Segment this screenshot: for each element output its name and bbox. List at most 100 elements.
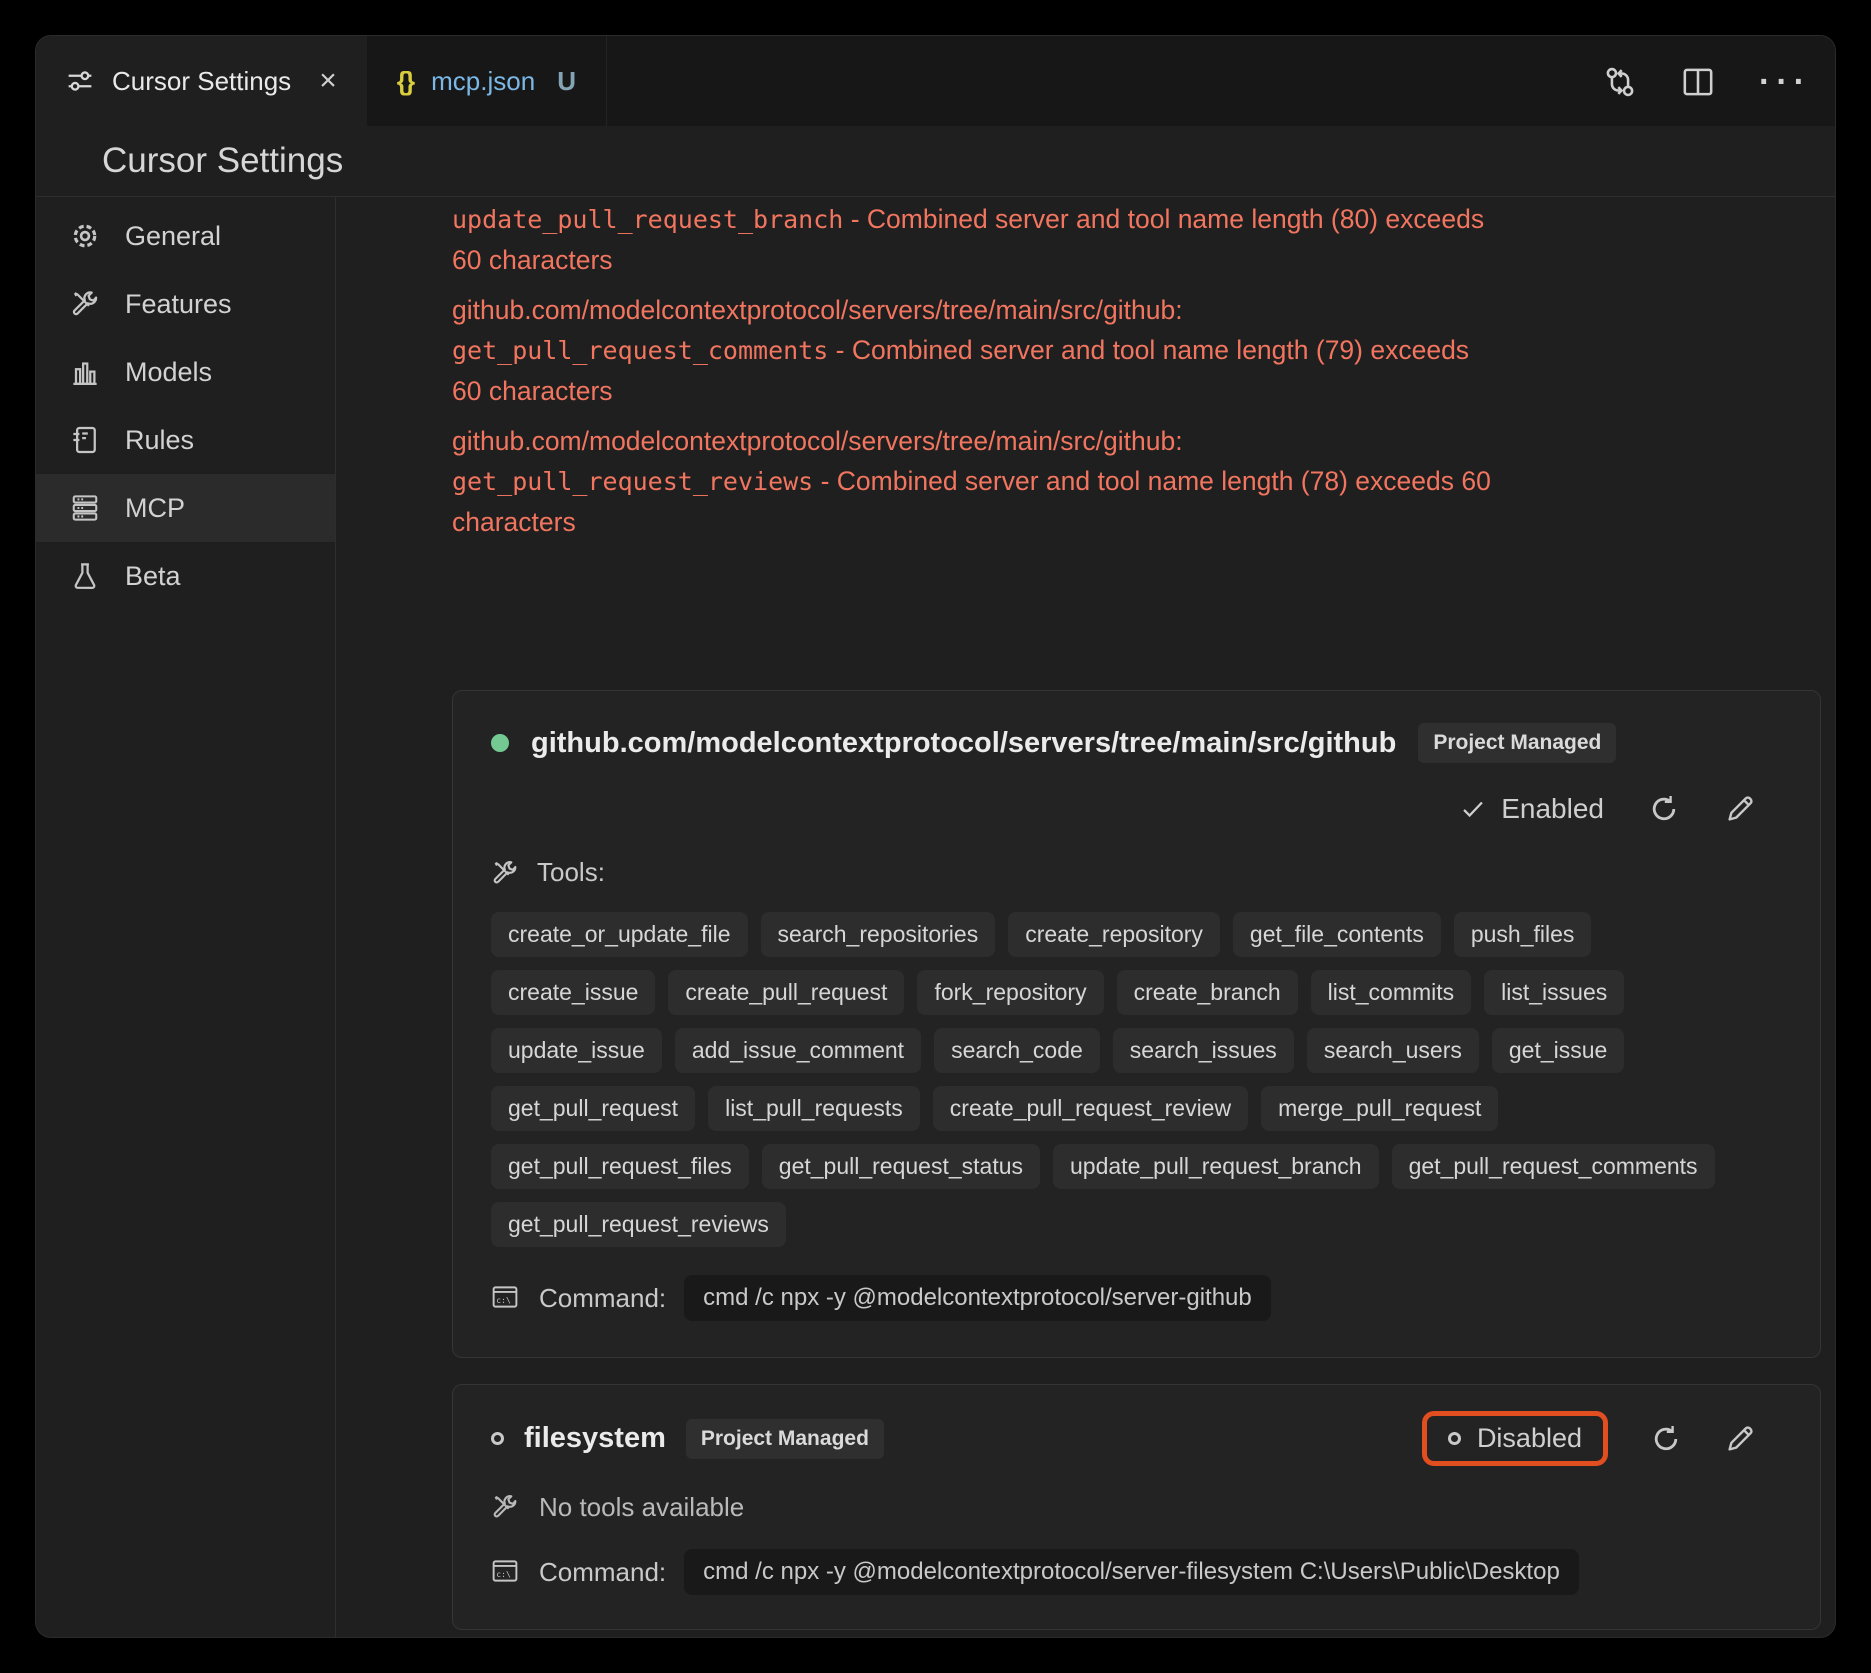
tool-chip: fork_repository bbox=[917, 970, 1103, 1015]
tool-chip: get_pull_request_files bbox=[491, 1144, 749, 1189]
server-disabled-dot bbox=[491, 1432, 504, 1445]
tool-chip: list_issues bbox=[1484, 970, 1624, 1015]
tool-chip: add_issue_comment bbox=[675, 1028, 921, 1073]
sidebar-item-general[interactable]: General bbox=[36, 202, 335, 270]
more-actions-icon[interactable]: ··· bbox=[1759, 65, 1791, 97]
command-label: Command: bbox=[539, 1557, 666, 1588]
error-tool-name: update_pull_request_branch bbox=[452, 205, 843, 234]
terminal-icon: c:\ bbox=[491, 1283, 521, 1313]
tool-chip: search_repositories bbox=[761, 912, 996, 957]
mcp-server-card-filesystem: filesystem Project Managed Disabled bbox=[452, 1384, 1821, 1630]
split-editor-icon[interactable] bbox=[1681, 65, 1713, 97]
tools-chip-list: create_or_update_file search_repositories… bbox=[491, 912, 1721, 1247]
server-status-row: Disabled bbox=[1422, 1411, 1756, 1466]
error-server-prefix: github.com/modelcontextprotocol/servers/… bbox=[452, 421, 1497, 461]
project-managed-badge: Project Managed bbox=[686, 1419, 884, 1459]
command-row: c:\ Command: cmd /c npx -y @modelcontext… bbox=[491, 1549, 1756, 1595]
tool-chip: list_pull_requests bbox=[708, 1086, 920, 1131]
server-card-header: filesystem Project Managed Disabled bbox=[491, 1385, 1756, 1466]
sidebar-item-label: MCP bbox=[125, 493, 185, 524]
server-name: filesystem bbox=[524, 1422, 666, 1455]
main-area: General Features bbox=[36, 197, 1835, 1638]
settings-sidebar: General Features bbox=[36, 197, 336, 1638]
mcp-error-list: update_pull_request_branch - Combined se… bbox=[452, 197, 1497, 542]
tool-chip: get_issue bbox=[1492, 1028, 1624, 1073]
tools-icon bbox=[491, 1493, 521, 1523]
disabled-circle-icon bbox=[1448, 1432, 1461, 1445]
mcp-error: github.com/modelcontextprotocol/servers/… bbox=[452, 290, 1497, 411]
error-tool-name: get_pull_request_reviews bbox=[452, 467, 813, 496]
error-tool-name: get_pull_request_comments bbox=[452, 336, 828, 365]
server-enabled-dot bbox=[491, 734, 509, 752]
command-value: cmd /c npx -y @modelcontextprotocol/serv… bbox=[684, 1275, 1271, 1321]
command-label: Command: bbox=[539, 1283, 666, 1314]
tool-chip: create_pull_request_review bbox=[933, 1086, 1248, 1131]
edit-pencil-icon[interactable] bbox=[1724, 1423, 1756, 1455]
tool-chip: get_pull_request_reviews bbox=[491, 1202, 786, 1247]
tool-chip: list_commits bbox=[1311, 970, 1472, 1015]
tools-label: Tools: bbox=[537, 857, 605, 888]
sidebar-item-features[interactable]: Features bbox=[36, 270, 335, 338]
page-title: Cursor Settings bbox=[36, 126, 1835, 197]
json-braces-icon: { } bbox=[397, 66, 413, 97]
svg-text:c:\: c:\ bbox=[496, 1296, 511, 1305]
sidebar-item-models[interactable]: Models bbox=[36, 338, 335, 406]
edit-pencil-icon[interactable] bbox=[1724, 793, 1756, 825]
tab-mcp-json[interactable]: { } mcp.json U bbox=[367, 36, 607, 126]
mcp-settings-content: update_pull_request_branch - Combined se… bbox=[336, 197, 1835, 1638]
sidebar-item-label: Features bbox=[125, 289, 232, 320]
tool-chip: create_or_update_file bbox=[491, 912, 748, 957]
command-value: cmd /c npx -y @modelcontextprotocol/serv… bbox=[684, 1549, 1579, 1595]
sidebar-item-label: Beta bbox=[125, 561, 181, 592]
terminal-icon: c:\ bbox=[491, 1557, 521, 1587]
tool-chip: search_users bbox=[1307, 1028, 1479, 1073]
disabled-toggle[interactable]: Disabled bbox=[1422, 1411, 1608, 1466]
server-status-row: Enabled bbox=[491, 763, 1756, 825]
tab-label: Cursor Settings bbox=[112, 66, 291, 97]
sidebar-item-label: General bbox=[125, 221, 221, 252]
no-tools-row: No tools available bbox=[491, 1492, 1756, 1523]
beaker-icon bbox=[70, 561, 100, 591]
tool-chip: create_repository bbox=[1008, 912, 1220, 957]
gear-icon bbox=[70, 221, 100, 251]
tool-chip: search_code bbox=[934, 1028, 1100, 1073]
close-icon[interactable]: × bbox=[319, 66, 337, 96]
mcp-error: update_pull_request_branch - Combined se… bbox=[452, 199, 1497, 280]
tab-label: mcp.json bbox=[431, 66, 535, 97]
tool-chip: get_pull_request bbox=[491, 1086, 695, 1131]
tool-chip: get_pull_request_comments bbox=[1392, 1144, 1715, 1189]
tool-chip: get_file_contents bbox=[1233, 912, 1441, 957]
svg-text:c:\: c:\ bbox=[496, 1570, 511, 1579]
sidebar-item-label: Models bbox=[125, 357, 212, 388]
editor-window: Cursor Settings × { } mcp.json U ··· bbox=[35, 35, 1836, 1638]
tab-cursor-settings[interactable]: Cursor Settings × bbox=[36, 36, 367, 126]
notebook-icon bbox=[70, 425, 100, 455]
server-identity: filesystem Project Managed bbox=[491, 1419, 884, 1459]
server-name: github.com/modelcontextprotocol/servers/… bbox=[531, 727, 1396, 760]
tabbar-actions: ··· bbox=[1603, 36, 1835, 126]
refresh-icon[interactable] bbox=[1648, 793, 1680, 825]
tool-chip: push_files bbox=[1454, 912, 1592, 957]
sidebar-item-mcp[interactable]: MCP bbox=[36, 474, 335, 542]
git-compare-icon[interactable] bbox=[1603, 65, 1635, 97]
tools-icon bbox=[70, 289, 100, 319]
check-icon bbox=[1460, 796, 1486, 822]
tools-label-row: Tools: bbox=[491, 857, 1756, 888]
command-row: c:\ Command: cmd /c npx -y @modelcontext… bbox=[491, 1275, 1756, 1321]
enabled-label: Enabled bbox=[1501, 793, 1604, 825]
sidebar-item-label: Rules bbox=[125, 425, 194, 456]
sidebar-item-beta[interactable]: Beta bbox=[36, 542, 335, 610]
tool-chip: search_issues bbox=[1113, 1028, 1294, 1073]
tool-chip: update_pull_request_branch bbox=[1053, 1144, 1379, 1189]
tool-chip: merge_pull_request bbox=[1261, 1086, 1498, 1131]
git-untracked-badge: U bbox=[557, 66, 576, 97]
enabled-toggle[interactable]: Enabled bbox=[1460, 793, 1604, 825]
tools-icon bbox=[491, 859, 519, 887]
refresh-icon[interactable] bbox=[1650, 1423, 1682, 1455]
project-managed-badge: Project Managed bbox=[1418, 723, 1616, 763]
server-card-header: github.com/modelcontextprotocol/servers/… bbox=[491, 691, 1756, 763]
sidebar-item-rules[interactable]: Rules bbox=[36, 406, 335, 474]
tool-chip: get_pull_request_status bbox=[762, 1144, 1040, 1189]
tab-bar: Cursor Settings × { } mcp.json U ··· bbox=[36, 36, 1835, 126]
tool-chip: create_branch bbox=[1117, 970, 1298, 1015]
